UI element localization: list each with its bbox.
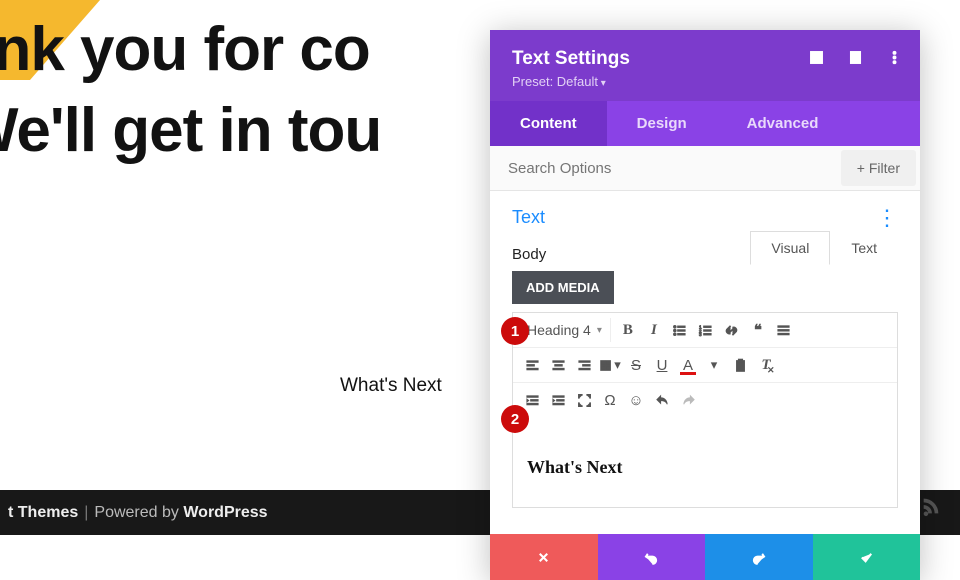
underline-icon[interactable]: U [649, 352, 675, 378]
align-justify-icon[interactable] [771, 317, 797, 343]
bold-icon[interactable]: B [615, 317, 641, 343]
tab-design[interactable]: Design [607, 101, 717, 146]
panel-header: Text Settings Preset: Default [490, 30, 920, 101]
add-media-button[interactable]: ADD MEDIA [512, 271, 614, 304]
italic-icon[interactable]: I [641, 317, 667, 343]
panel-tabs: Content Design Advanced [490, 101, 920, 146]
editor-mode-tabs: Visual Text [750, 231, 898, 265]
filter-button[interactable]: + Filter [841, 150, 916, 186]
link-icon[interactable] [719, 317, 745, 343]
editor-toolbar-wrap: 1 2 Heading 4 B I 123 ❝ ▾ S U A ▾ [512, 312, 898, 508]
panel-footer-actions [490, 534, 920, 580]
undo-button[interactable] [598, 534, 706, 580]
emoji-icon[interactable]: ☺ [623, 387, 649, 413]
special-char-icon[interactable]: Ω [597, 387, 623, 413]
filter-label: Filter [869, 160, 900, 176]
footer-powered-label: Powered by [94, 504, 179, 522]
bullet-list-icon[interactable] [667, 317, 693, 343]
confirm-button[interactable] [813, 534, 921, 580]
page-subheading: What's Next [340, 375, 442, 397]
format-select[interactable]: Heading 4 [519, 318, 611, 342]
expand-icon[interactable] [809, 50, 824, 70]
align-center-icon[interactable] [545, 352, 571, 378]
footer-brand: t Themes [8, 504, 78, 522]
search-input[interactable] [490, 148, 837, 189]
blockquote-icon[interactable]: ❝ [745, 317, 771, 343]
text-settings-panel: Text Settings Preset: Default Content De… [490, 30, 920, 580]
plus-icon: + [857, 160, 865, 176]
table-icon[interactable]: ▾ [597, 352, 623, 378]
undo-icon[interactable] [649, 387, 675, 413]
editor-text[interactable]: What's Next [527, 457, 883, 478]
svg-text:3: 3 [699, 332, 702, 337]
search-row: + Filter [490, 146, 920, 191]
callout-badge-2: 2 [501, 405, 529, 433]
mode-text[interactable]: Text [830, 231, 898, 265]
section-more-icon[interactable]: ⋮ [876, 212, 898, 223]
footer-wordpress-link[interactable]: WordPress [183, 504, 267, 522]
hero-line-1: ank you for co [0, 15, 370, 84]
redo-icon[interactable] [675, 387, 701, 413]
editor-content-area[interactable]: What's Next [513, 417, 897, 507]
align-right-icon[interactable] [571, 352, 597, 378]
rss-icon[interactable] [920, 495, 942, 522]
redo-button[interactable] [705, 534, 813, 580]
numbered-list-icon[interactable]: 123 [693, 317, 719, 343]
tab-content[interactable]: Content [490, 101, 607, 146]
paste-icon[interactable] [727, 352, 753, 378]
preset-selector[interactable]: Preset: Default [512, 74, 898, 89]
text-color-icon[interactable]: A [675, 352, 701, 378]
hero-line-2: We'll get in tou [0, 96, 381, 165]
tab-advanced[interactable]: Advanced [717, 101, 849, 146]
indent-icon[interactable] [545, 387, 571, 413]
clear-formatting-icon[interactable]: T✕ [753, 352, 779, 378]
panel-more-icon[interactable] [887, 50, 902, 70]
editor-toolbar-row-1: Heading 4 B I 123 ❝ [513, 313, 897, 348]
strikethrough-icon[interactable]: S [623, 352, 649, 378]
editor-toolbar-row-2: ▾ S U A ▾ T✕ [513, 348, 897, 383]
cancel-button[interactable] [490, 534, 598, 580]
footer-separator: | [84, 504, 88, 522]
mode-visual[interactable]: Visual [750, 231, 830, 265]
fullscreen-icon[interactable] [571, 387, 597, 413]
section-title-text[interactable]: Text [512, 207, 545, 228]
page-hero-heading: ank you for co We'll get in tou [0, 10, 381, 171]
align-left-icon[interactable] [519, 352, 545, 378]
editor-toolbar-row-3: Ω ☺ [513, 383, 897, 417]
callout-badge-1: 1 [501, 317, 529, 345]
text-color-dropdown-icon[interactable]: ▾ [701, 352, 727, 378]
snap-icon[interactable] [848, 50, 863, 70]
